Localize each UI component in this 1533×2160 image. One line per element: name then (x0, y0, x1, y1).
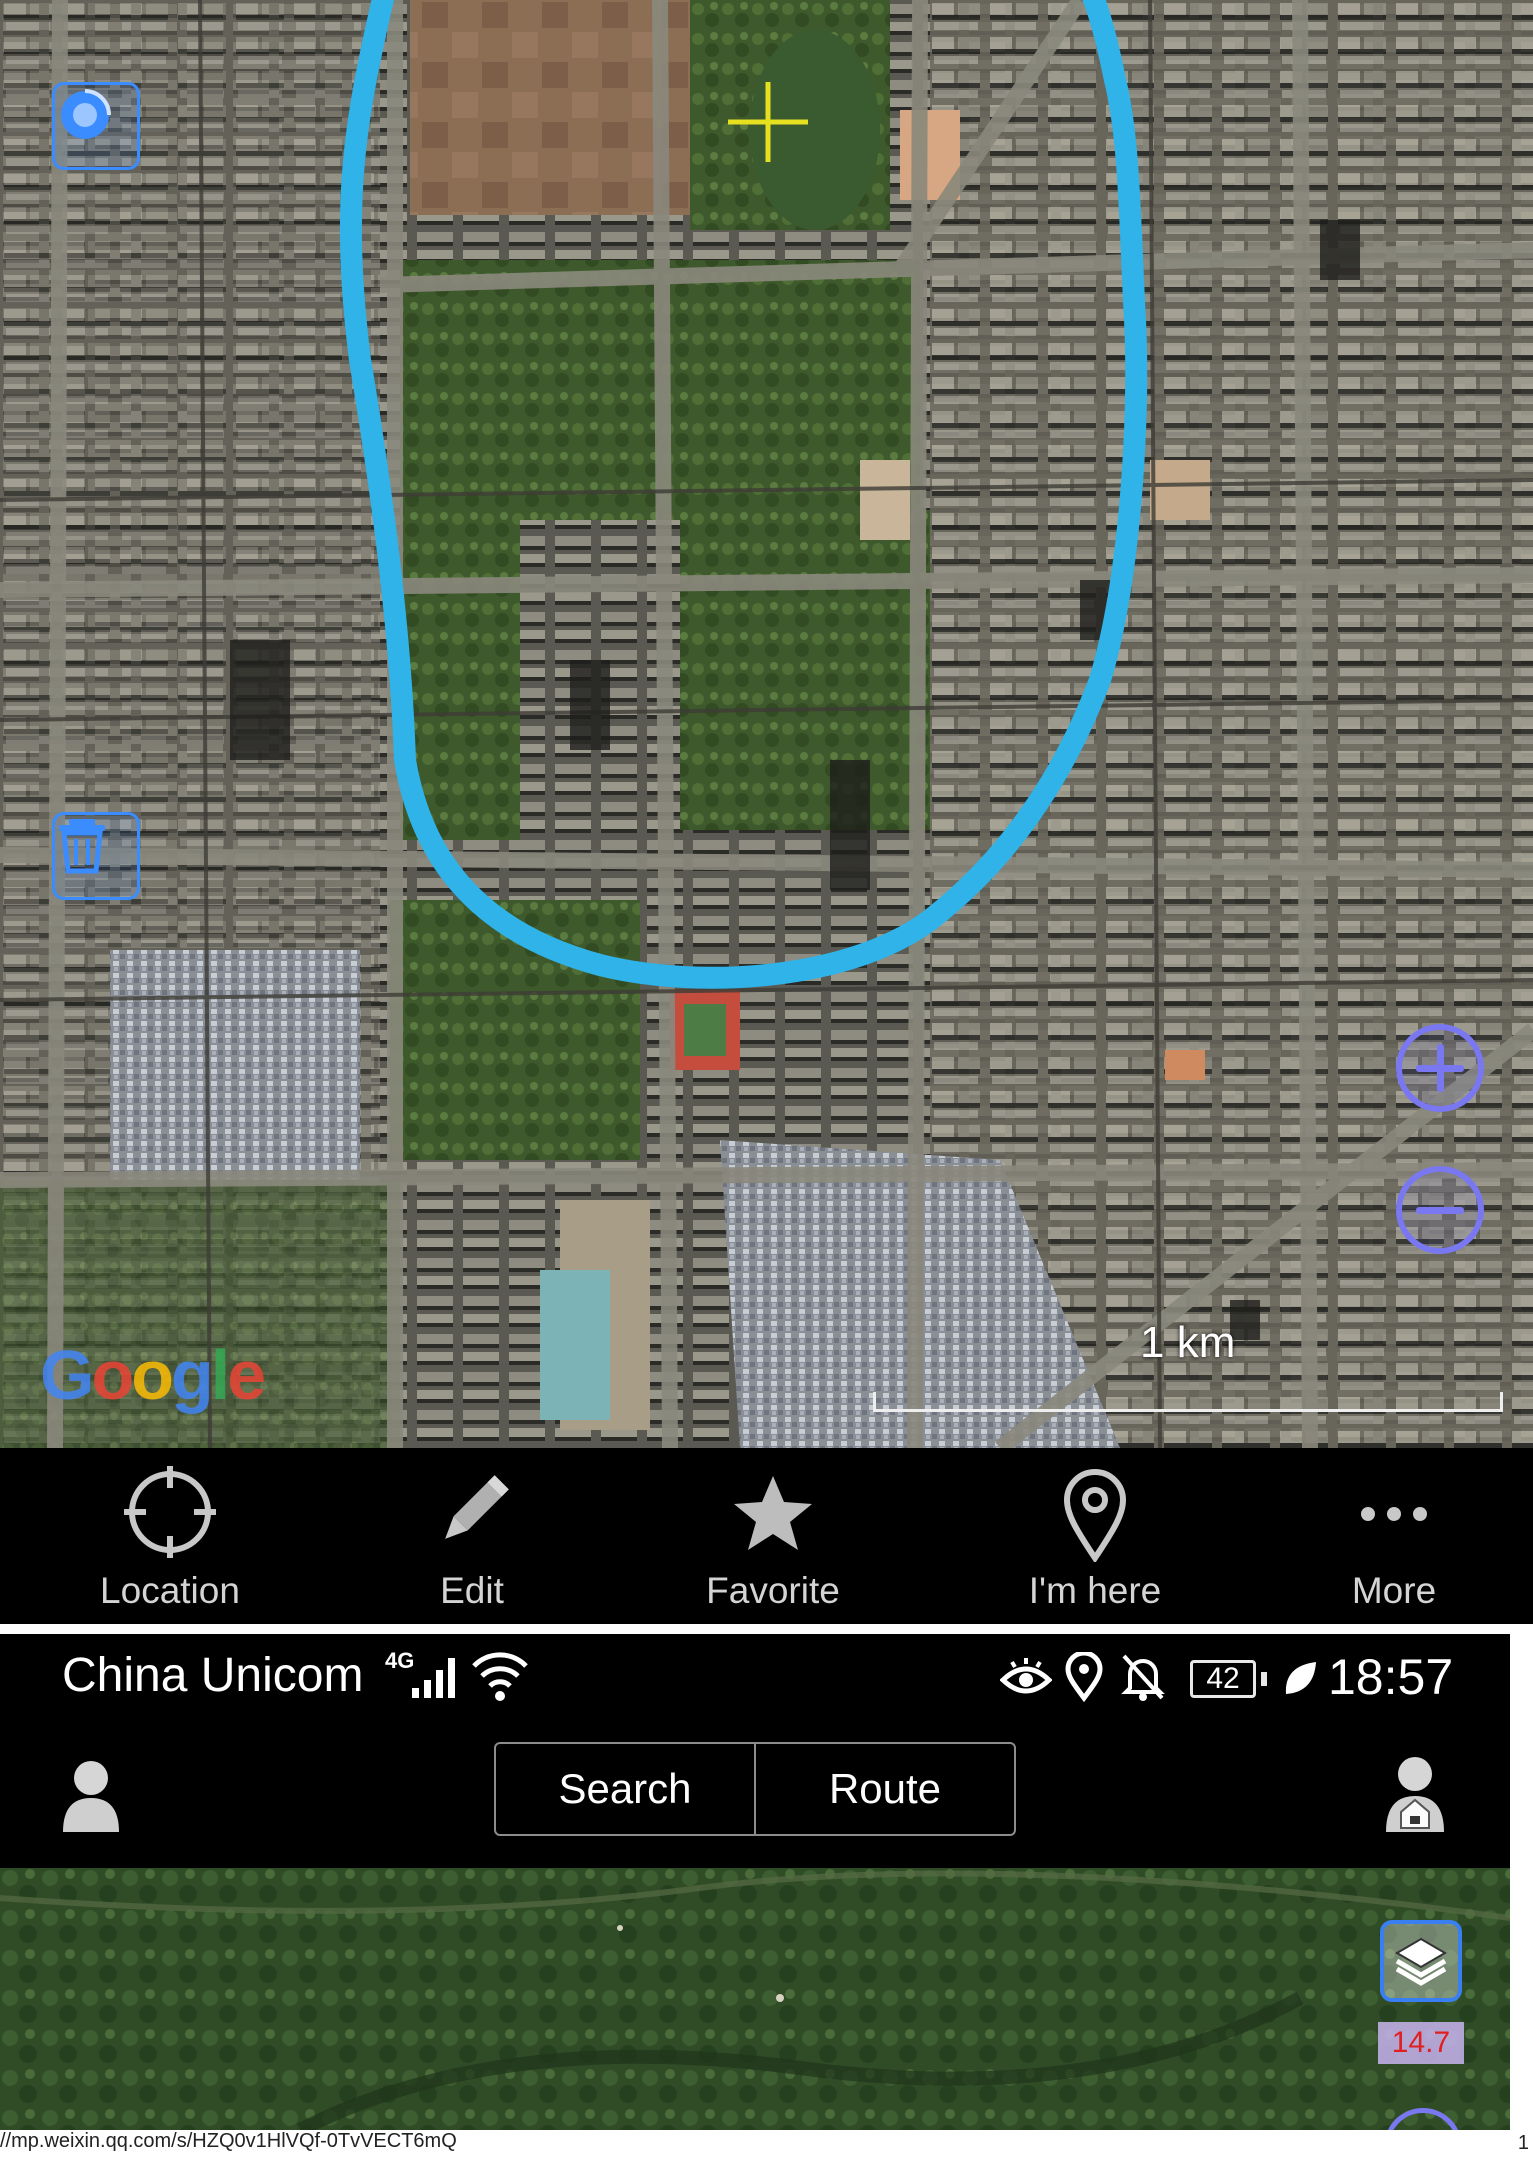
toolbar-label: I'm here (1028, 1570, 1162, 1611)
crosshair-icon (124, 1466, 216, 1558)
google-letter: g (170, 1336, 214, 1414)
bell-off-icon (1121, 1654, 1165, 1701)
status-time: 18:57 (1328, 1649, 1454, 1705)
compass-icon (61, 89, 111, 139)
eye-comfort-icon (1000, 1658, 1052, 1694)
source-url: //mp.weixin.qq.com/s/HZQ0v1HlVQf-0TvVECT… (0, 2130, 457, 2152)
google-letter: l (210, 1336, 231, 1414)
source-footer: //mp.weixin.qq.com/s/HZQ0v1HlVQf-0TvVECT… (0, 2130, 1533, 2160)
toolbar-label: Location (100, 1570, 240, 1611)
pencil-icon (445, 1475, 509, 1539)
satellite-map-2[interactable]: 14.7 (0, 1868, 1510, 2130)
satellite-map[interactable]: Google 1 km (0, 0, 1533, 1448)
toolbar-label: Favorite (706, 1570, 840, 1611)
map2-imagery (0, 1868, 1510, 2130)
screenshot-divider (0, 1624, 1533, 1634)
wifi-icon (472, 1652, 528, 1701)
star-icon (734, 1476, 812, 1550)
more-dots-icon (1361, 1507, 1427, 1521)
search-button[interactable]: Search (496, 1744, 754, 1834)
google-attribution: Google (40, 1335, 266, 1415)
battery-indicator: 42 (1190, 1660, 1256, 1698)
google-letter: e (227, 1336, 266, 1414)
google-letter: G (40, 1336, 94, 1414)
leaf-icon (1285, 1662, 1316, 1694)
toolbar-im-here-button[interactable]: I'm here (985, 1448, 1205, 1624)
google-letter: o (131, 1336, 174, 1414)
compass-button[interactable] (52, 82, 140, 170)
zoom-out-button[interactable] (1396, 1166, 1484, 1254)
scale-label: 1 km (1140, 1318, 1236, 1367)
layers-icon (1395, 1937, 1447, 1986)
zoom-in-button[interactable] (1396, 1024, 1484, 1112)
toolbar-edit-button[interactable]: Edit (362, 1448, 582, 1624)
page-number: 1 (1517, 2132, 1529, 2154)
second-screenshot: China Unicom 4G 42 18:57 Search Route 14… (0, 1634, 1510, 2130)
zoom-level-badge: 14.7 (1378, 2022, 1464, 2064)
location-status-icon (1065, 1652, 1103, 1702)
battery-tip (1261, 1672, 1267, 1686)
toolbar-label: More (1351, 1570, 1437, 1611)
app-bar: Search Route (0, 1724, 1510, 1868)
toolbar-favorite-button[interactable]: Favorite (663, 1448, 883, 1624)
bottom-toolbar: Location Edit Favorite I'm here More (0, 1448, 1533, 1624)
scale-bar (873, 1392, 1503, 1412)
map-pin-icon (1063, 1469, 1127, 1562)
search-route-segmented-control: Search Route (494, 1742, 1016, 1836)
status-bar: China Unicom 4G 42 18:57 (0, 1634, 1510, 1724)
toolbar-location-button[interactable]: Location (60, 1448, 280, 1624)
user-avatar-icon[interactable] (60, 1758, 122, 1834)
signal-icon (412, 1658, 455, 1698)
trash-icon (59, 819, 105, 874)
toolbar-more-button[interactable]: More (1284, 1448, 1504, 1624)
account-lock-icon[interactable] (1383, 1754, 1447, 1834)
map-imagery (0, 0, 1533, 1448)
clear-route-button[interactable] (52, 812, 140, 900)
google-letter: o (91, 1336, 134, 1414)
carrier-name: China Unicom (62, 1649, 364, 1702)
route-button[interactable]: Route (754, 1744, 1014, 1834)
layers-button[interactable] (1380, 1920, 1462, 2002)
toolbar-label: Edit (440, 1570, 504, 1611)
